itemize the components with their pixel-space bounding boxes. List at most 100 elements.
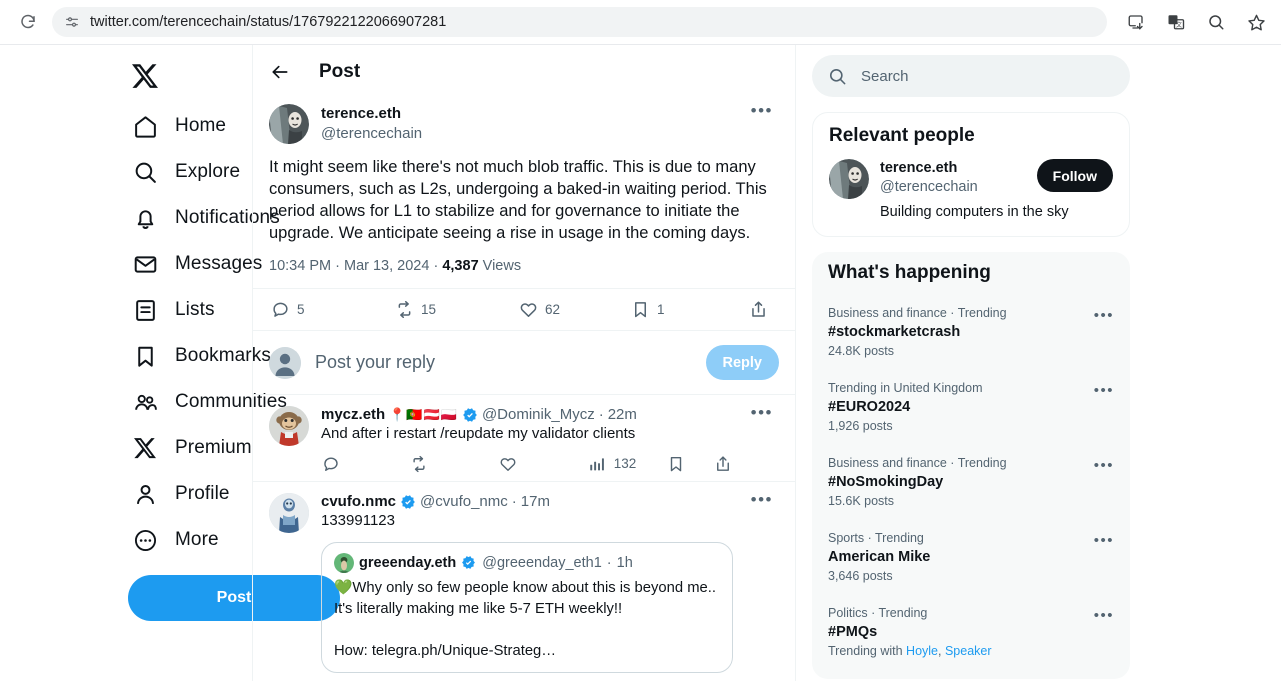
reply-timestamp[interactable]: 22m	[608, 406, 637, 423]
bookmark-star-icon[interactable]	[1245, 11, 1267, 33]
install-app-icon[interactable]	[1125, 11, 1147, 33]
sidebar-item-home[interactable]: Home	[128, 103, 252, 149]
repost-count: 15	[421, 302, 437, 317]
person-handle[interactable]: @terencechain	[880, 178, 1026, 197]
sidebar-item-premium[interactable]: Premium	[128, 425, 252, 471]
trend-with-label: Trending with	[828, 644, 907, 658]
trend-item[interactable]: Trending in United Kingdom #EURO2024 1,9…	[828, 371, 1114, 446]
sidebar-item-explore[interactable]: Explore	[128, 149, 252, 195]
avatar[interactable]	[269, 406, 309, 446]
meta-sep-1: ·	[335, 258, 340, 274]
avatar[interactable]	[829, 159, 869, 199]
sidebar-label-lists: Lists	[175, 299, 215, 320]
author-display-name[interactable]: terence.eth	[321, 104, 733, 124]
x-logo[interactable]	[128, 53, 174, 99]
sidebar-item-more[interactable]: More	[128, 517, 252, 563]
trend-link-sep: ,	[938, 644, 945, 658]
post-metadata: 10:34 PM · Mar 13, 2024 · 4,387 Views	[269, 258, 779, 288]
sidebar-item-lists[interactable]: Lists	[128, 287, 252, 333]
bookmark-icon	[631, 300, 650, 319]
reply-more-options-icon[interactable]: •••	[745, 404, 779, 481]
share-action[interactable]	[749, 300, 768, 319]
verified-badge-icon	[462, 407, 478, 423]
translate-icon[interactable]: A 文	[1165, 11, 1187, 33]
avatar[interactable]	[269, 493, 309, 533]
reply-timestamp[interactable]: 17m	[521, 493, 550, 510]
trend-more-options-icon[interactable]: •••	[1094, 455, 1114, 473]
bookmark-action[interactable]: 1	[631, 300, 749, 319]
reply-separator: ·	[598, 406, 604, 423]
trend-item[interactable]: Politics · Trending #PMQs Trending with …	[828, 596, 1114, 671]
reply-more-options-icon[interactable]: •••	[745, 491, 779, 673]
list-icon	[132, 297, 158, 323]
trend-more-options-icon[interactable]: •••	[1094, 380, 1114, 398]
sidebar-label-profile: Profile	[175, 483, 230, 504]
back-arrow-icon[interactable]	[269, 61, 291, 83]
whats-happening-card: What's happening Business and finance · …	[812, 252, 1130, 679]
relevant-people-title: Relevant people	[829, 125, 975, 146]
author-handle[interactable]: @terencechain	[321, 124, 733, 144]
reply-input[interactable]: Post your reply	[315, 352, 692, 373]
site-settings-icon[interactable]	[64, 14, 80, 30]
trend-main: Trending in United Kingdom #EURO2024 1,9…	[828, 380, 1094, 435]
views-action[interactable]: 132	[588, 454, 667, 473]
person-icon	[132, 481, 158, 507]
sidebar-item-notifications[interactable]: Notifications	[128, 195, 280, 241]
trend-link-speaker[interactable]: Speaker	[945, 644, 992, 658]
reply-action[interactable]	[321, 454, 410, 473]
trend-more-options-icon[interactable]: •••	[1094, 605, 1114, 623]
zoom-search-icon[interactable]	[1205, 11, 1227, 33]
reply-action[interactable]: 5	[271, 300, 395, 319]
sidebar-label-more: More	[175, 529, 219, 550]
reply-text: And after i restart /reupdate my validat…	[321, 425, 636, 442]
reply-handle[interactable]: @Dominik_Mycz	[482, 406, 595, 423]
search-icon	[132, 159, 158, 185]
reply-icon	[321, 454, 340, 473]
sidebar-label-home: Home	[175, 115, 227, 136]
reply-display-name[interactable]: mycz.eth	[321, 406, 385, 423]
heart-icon	[519, 300, 538, 319]
trend-main: Business and finance · Trending #stockma…	[828, 305, 1094, 360]
sidebar-item-bookmarks[interactable]: Bookmarks	[128, 333, 271, 379]
search-input[interactable]	[861, 67, 1114, 85]
avatar[interactable]	[269, 104, 309, 144]
reload-icon[interactable]	[14, 8, 42, 36]
meta-sep-2: ·	[433, 258, 439, 274]
reply-display-name[interactable]: cvufo.nmc	[321, 493, 396, 510]
like-action[interactable]: 62	[519, 300, 631, 319]
quoted-display-name: greeenday.eth	[359, 555, 457, 571]
post-views-count: 4,387	[442, 258, 479, 274]
quoted-post[interactable]: greeenday.eth @greeenday_eth1 · 1h 💚Why …	[321, 542, 733, 673]
search-bar[interactable]	[812, 55, 1130, 97]
trend-item[interactable]: Sports · Trending American Mike 3,646 po…	[828, 521, 1114, 596]
reply-handle[interactable]: @cvufo_nmc	[420, 493, 508, 510]
reply-composer[interactable]: Post your reply Reply	[253, 331, 795, 394]
reply-item: mycz.eth 📍🇵🇹🇦🇹🇵🇱 @Dominik_Mycz · 22m And…	[253, 395, 795, 481]
trend-name: #stockmarketcrash	[828, 324, 961, 340]
reply-body: mycz.eth 📍🇵🇹🇦🇹🇵🇱 @Dominik_Mycz · 22m And…	[321, 406, 733, 481]
post-more-options-icon[interactable]: •••	[745, 102, 779, 119]
bookmark-count: 1	[657, 302, 665, 317]
trend-name: American Mike	[828, 549, 931, 565]
trend-link-hoyle[interactable]: Hoyle	[906, 644, 938, 658]
trend-count: 3,646 posts	[828, 569, 893, 583]
trend-count: 15.6K posts	[828, 494, 895, 508]
trend-item[interactable]: Business and finance · Trending #stockma…	[828, 296, 1114, 371]
share-action[interactable]	[714, 454, 733, 473]
reply-submit-button[interactable]: Reply	[705, 345, 779, 380]
sidebar-item-communities[interactable]: Communities	[128, 379, 287, 425]
repost-action[interactable]	[410, 454, 499, 473]
trend-more-options-icon[interactable]: •••	[1094, 530, 1114, 548]
address-bar[interactable]: twitter.com/terencechain/status/17679221…	[52, 7, 1107, 37]
sidebar-item-messages[interactable]: Messages	[128, 241, 262, 287]
sidebar-item-profile[interactable]: Profile	[128, 471, 252, 517]
follow-button[interactable]: Follow	[1036, 159, 1113, 192]
reply-icon	[271, 300, 290, 319]
like-action[interactable]	[499, 454, 588, 473]
trend-more-options-icon[interactable]: •••	[1094, 305, 1114, 323]
trend-item[interactable]: Business and finance · Trending #NoSmoki…	[828, 446, 1114, 521]
repost-icon	[410, 454, 429, 473]
bookmark-action[interactable]	[667, 454, 686, 473]
person-display-name[interactable]: terence.eth	[880, 159, 1026, 178]
repost-action[interactable]: 15	[395, 300, 519, 319]
